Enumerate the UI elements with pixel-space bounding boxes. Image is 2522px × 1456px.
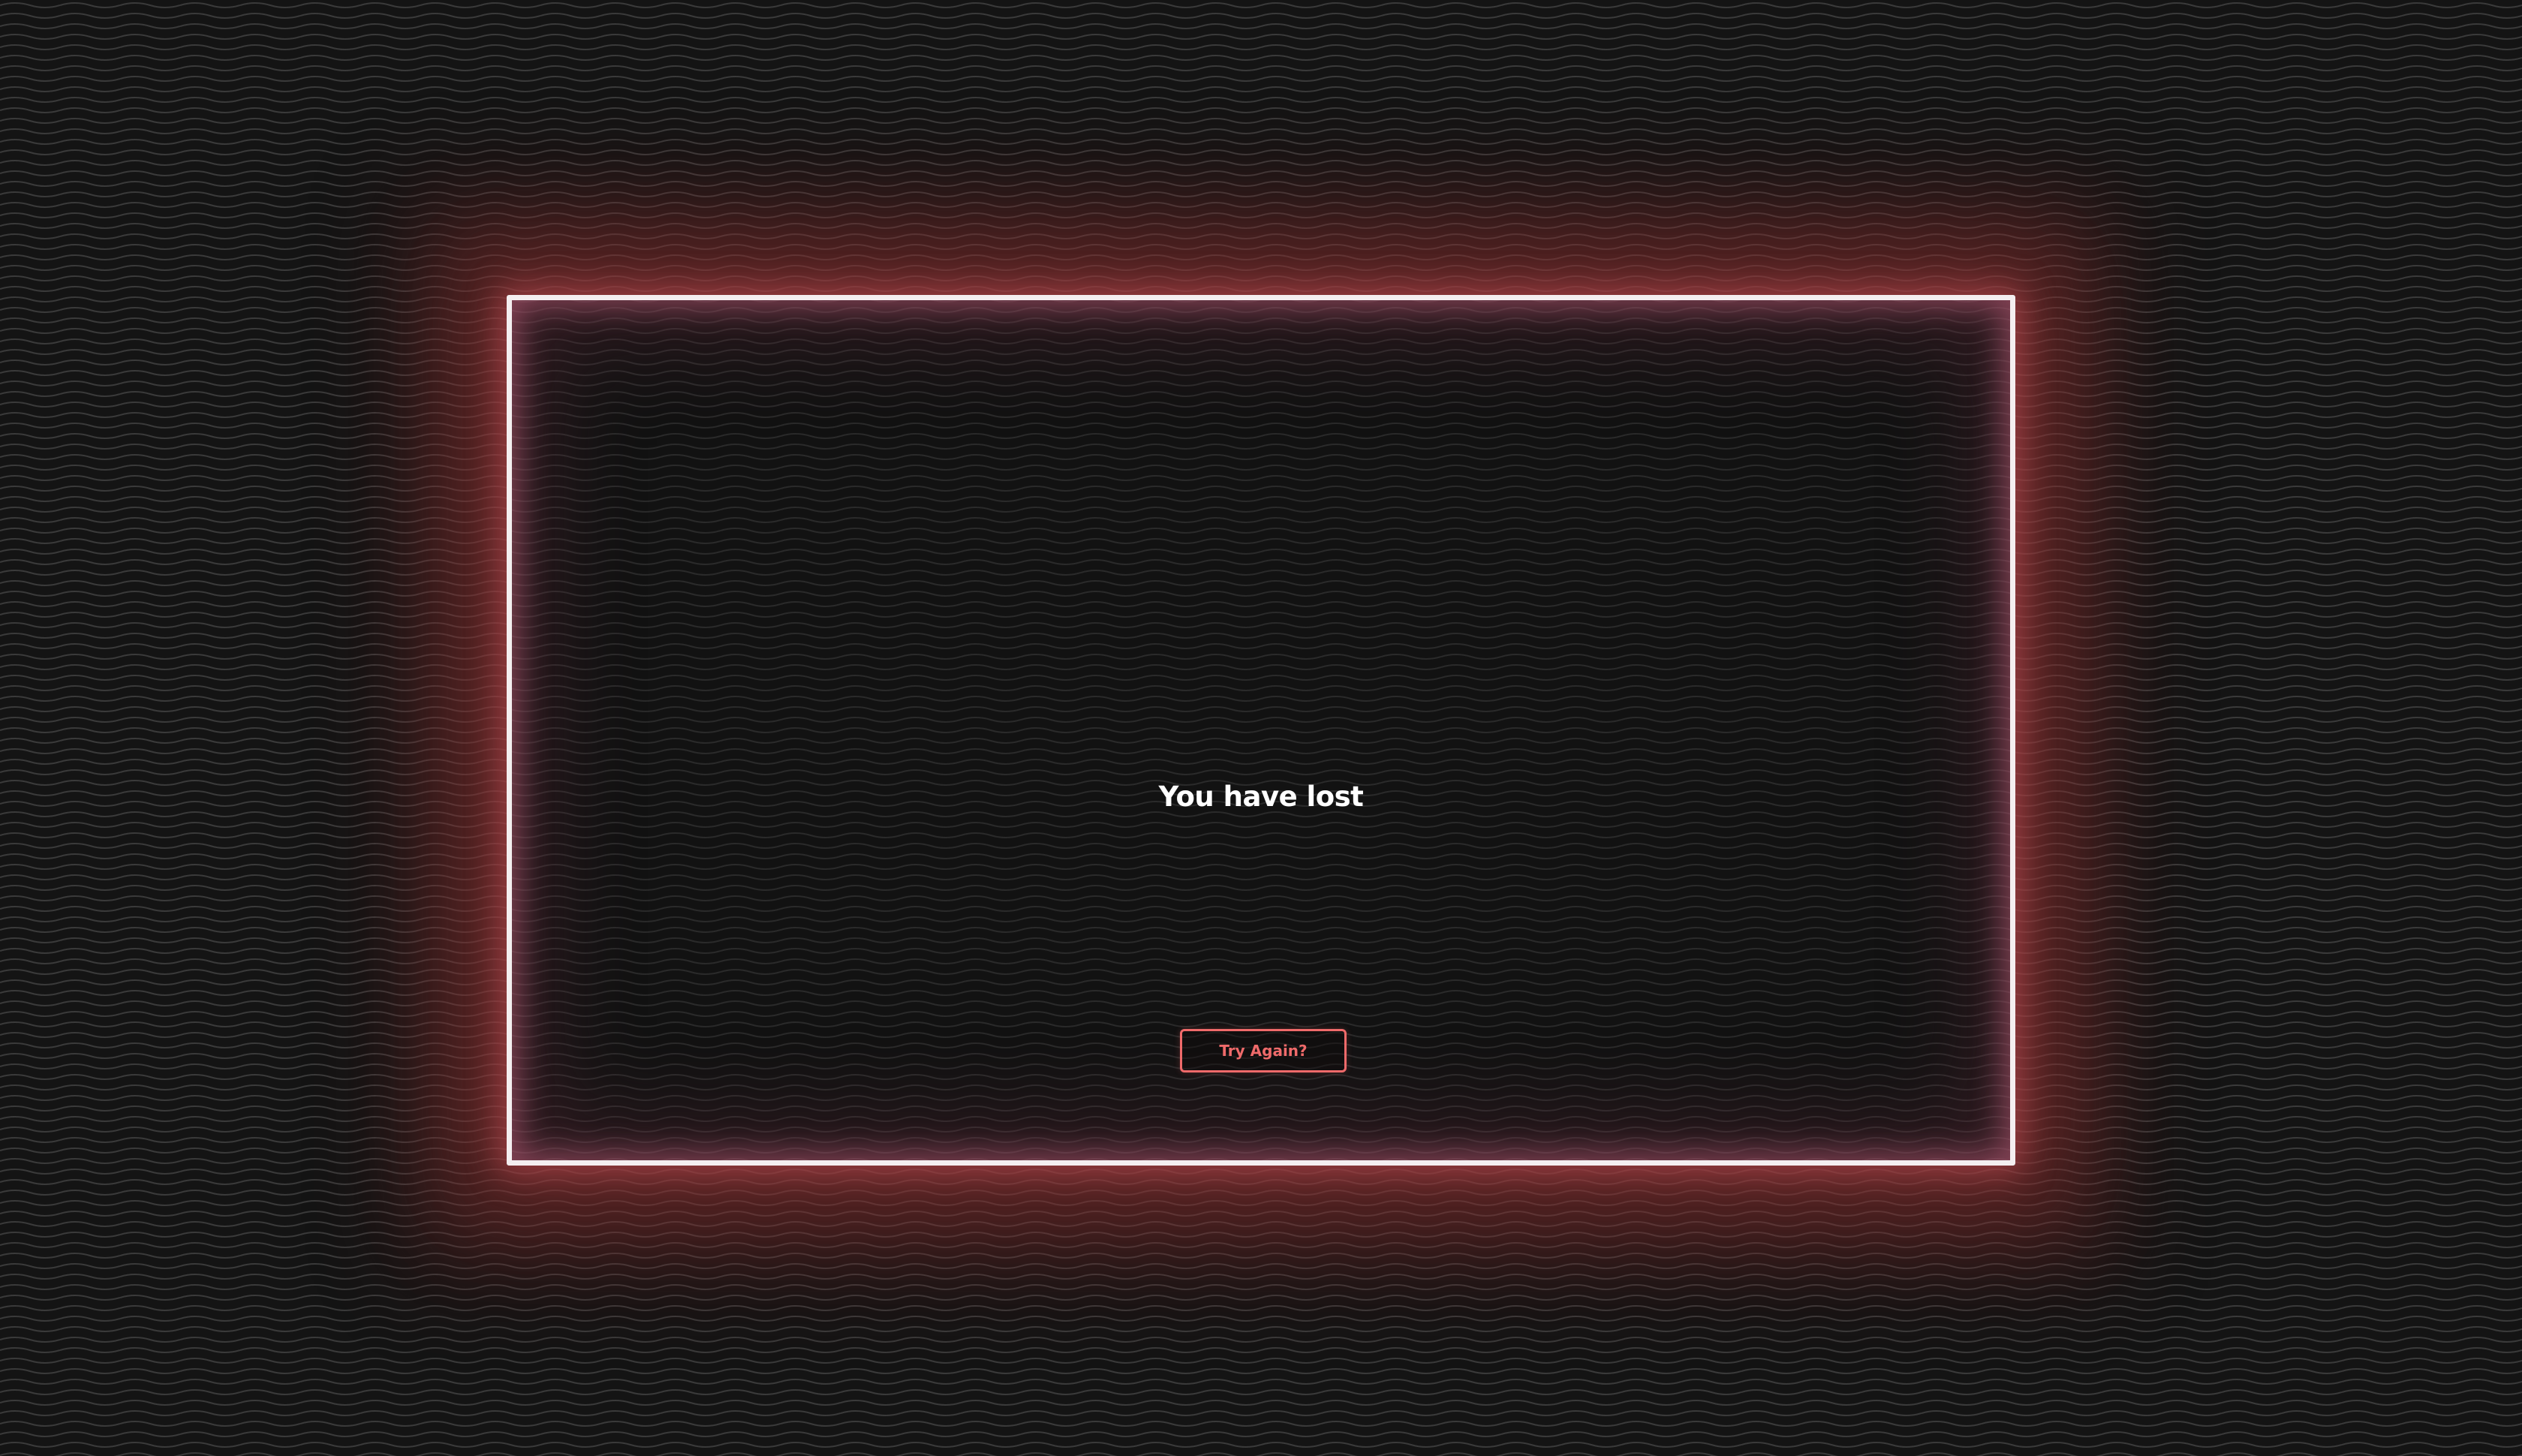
- try-again-button[interactable]: Try Again?: [1180, 1029, 1347, 1072]
- game-over-message: You have lost: [1158, 781, 1364, 813]
- game-board-frame: You have lost Try Again?: [507, 295, 2015, 1166]
